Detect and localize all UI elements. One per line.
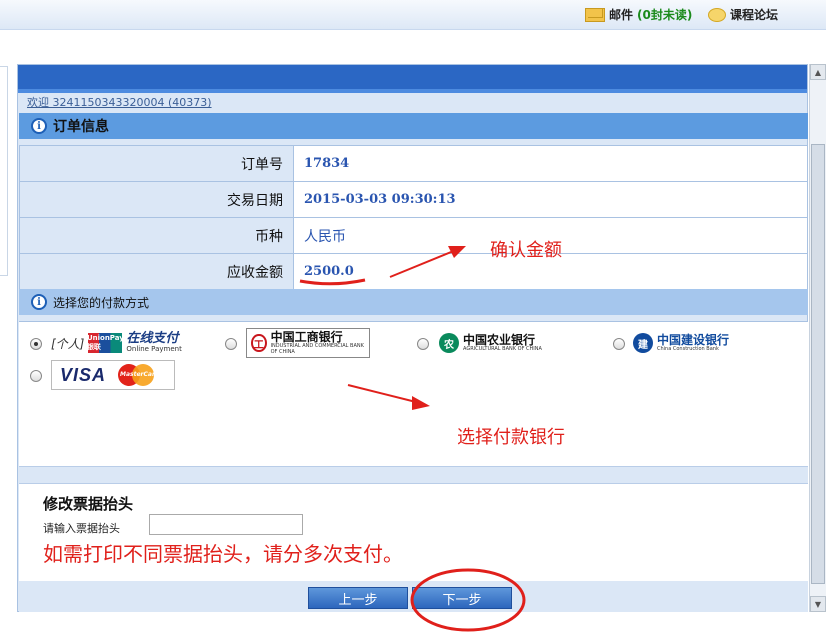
- abc-option[interactable]: 农 中国农业银行 AGRICULTURAL BANK OF CHINA: [439, 328, 563, 358]
- info-icon: i: [31, 294, 47, 310]
- icbc-option[interactable]: 工 中国工商银行 INDUSTRIAL AND COMMERCIAL BANK …: [246, 328, 370, 358]
- ccb-english-name: China Construction Bank: [657, 345, 719, 352]
- order-info-header: i 订单信息: [19, 113, 808, 139]
- currency-label: 币种: [19, 217, 294, 254]
- payment-frame: 欢迎 3241150343320004 (40373) i 订单信息 订单号 1…: [17, 64, 808, 612]
- mastercard-text: MasterCard: [120, 371, 160, 378]
- ccb-name: 中国建设银行: [657, 332, 730, 347]
- payment-method-title: 选择您的付款方式: [53, 295, 150, 310]
- scroll-thumb[interactable]: [811, 144, 825, 584]
- mastercard-logo-icon: MasterCard: [118, 364, 159, 386]
- mail-unread-count: (0封未读): [637, 8, 693, 22]
- invoice-header-input[interactable]: [149, 514, 303, 535]
- visa-logo-icon: VISA: [60, 364, 107, 385]
- mail-label: 邮件: [609, 8, 634, 22]
- transaction-date-value: 2015-03-03 09:30:13: [293, 181, 808, 218]
- frame-header-bar: [18, 65, 807, 93]
- transaction-date-label: 交易日期: [19, 181, 294, 218]
- left-side-panel: [0, 66, 8, 276]
- radio-visa-mastercard[interactable]: [30, 370, 42, 382]
- top-bar: 邮件 (0封未读) 课程论坛: [0, 0, 826, 30]
- annotation-choose-bank: 选择付款银行: [457, 427, 565, 448]
- table-row: 订单号 17834: [19, 145, 808, 182]
- abc-english-name: AGRICULTURAL BANK OF CHINA: [463, 345, 542, 352]
- scroll-down-arrow-icon[interactable]: ▼: [810, 596, 826, 612]
- ccb-option[interactable]: 建 中国建设银行 China Construction Bank: [633, 328, 757, 358]
- unionpay-logo-icon: UnionPay 银联: [86, 333, 124, 353]
- visa-mastercard-option[interactable]: VISA MasterCard: [51, 360, 175, 390]
- order-number-value: 17834: [293, 145, 808, 182]
- next-step-button[interactable]: 下一步: [412, 587, 512, 609]
- order-info-title: 订单信息: [53, 119, 109, 135]
- order-info-table: 订单号 17834 交易日期 2015-03-03 09:30:13 币种 人民…: [19, 145, 808, 290]
- section-divider: [19, 466, 808, 484]
- table-row: 应收金额 2500.0: [19, 253, 808, 290]
- vertical-scrollbar[interactable]: ▲ ▼: [809, 64, 826, 612]
- radio-ccb[interactable]: [613, 338, 625, 350]
- table-row: 币种 人民币: [19, 217, 808, 254]
- personal-tag: [个人]: [51, 336, 85, 351]
- ccb-logo-icon: 建: [633, 333, 653, 353]
- mail-icon: [585, 7, 605, 22]
- icbc-logo-icon: 工: [251, 334, 267, 352]
- unionpay-text: 在线支付: [126, 331, 179, 346]
- radio-abc[interactable]: [417, 338, 429, 350]
- mail-link[interactable]: 邮件 (0封未读): [585, 6, 692, 23]
- welcome-user-link[interactable]: 欢迎 3241150343320004 (40373): [27, 94, 212, 110]
- scroll-up-arrow-icon[interactable]: ▲: [810, 64, 826, 80]
- unionpay-option[interactable]: [个人] UnionPay 银联 在线支付 Online Payment: [51, 328, 201, 358]
- forum-link[interactable]: 课程论坛: [708, 6, 778, 23]
- table-row: 交易日期 2015-03-03 09:30:13: [19, 181, 808, 218]
- unionpay-subtext: Online Payment: [126, 345, 182, 354]
- payment-method-header: i 选择您的付款方式: [19, 289, 808, 315]
- info-icon: i: [31, 118, 47, 134]
- invoice-title: 修改票据抬头: [43, 495, 134, 513]
- radio-icbc[interactable]: [225, 338, 237, 350]
- button-row: 上一步 下一步: [19, 581, 808, 612]
- invoice-section: 修改票据抬头 请输入票据抬头 如需打印不同票据抬头，请分多次支付。: [19, 484, 808, 581]
- invoice-input-label: 请输入票据抬头: [43, 522, 120, 535]
- annotation-confirm-amount: 确认金额: [490, 240, 562, 261]
- forum-label: 课程论坛: [730, 8, 779, 22]
- order-number-label: 订单号: [19, 145, 294, 182]
- chat-bubble-icon: [708, 7, 726, 22]
- payment-options: [个人] UnionPay 银联 在线支付 Online Payment 工 中…: [19, 321, 808, 466]
- abc-name: 中国农业银行: [463, 332, 536, 347]
- radio-unionpay[interactable]: [30, 338, 42, 350]
- abc-logo-icon: 农: [439, 333, 459, 353]
- amount-due-label: 应收金额: [19, 253, 294, 290]
- prev-step-button[interactable]: 上一步: [308, 587, 408, 609]
- invoice-warning-note: 如需打印不同票据抬头，请分多次支付。: [43, 542, 403, 566]
- icbc-english-name: INDUSTRIAL AND COMMERCIAL BANK OF CHINA: [270, 343, 364, 355]
